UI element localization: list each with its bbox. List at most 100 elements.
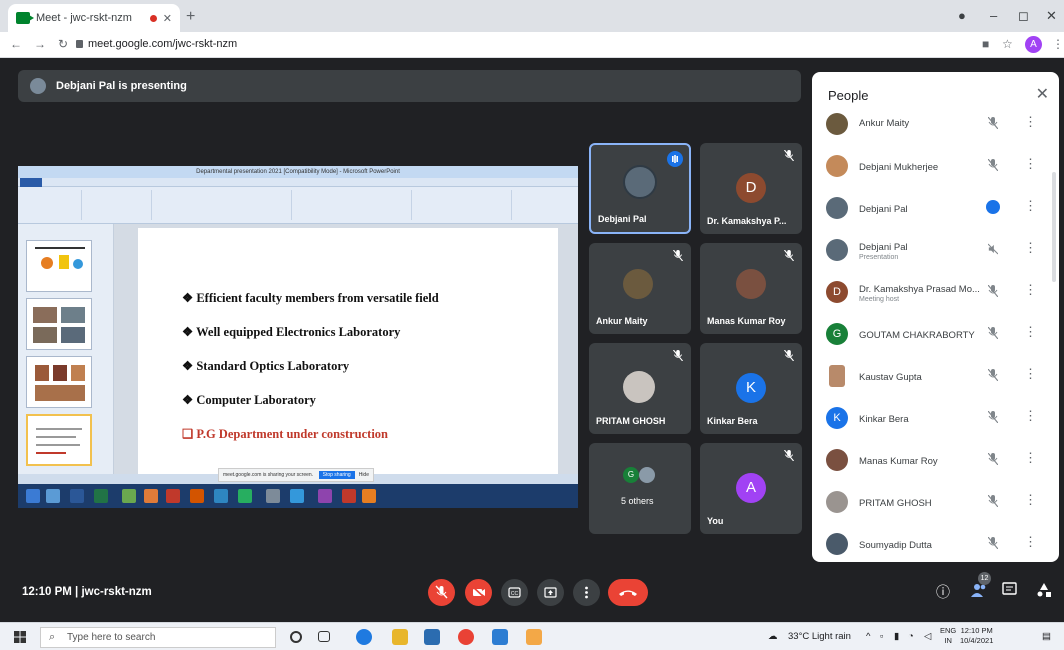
more-options-icon[interactable]: ⋮ (1024, 114, 1037, 130)
people-row[interactable]: Ankur Maity ⋮ (812, 104, 1059, 146)
others-photo (639, 467, 655, 483)
participant-tile[interactable]: K Kinkar Bera (700, 343, 802, 434)
participant-tile[interactable]: Manas Kumar Roy (700, 243, 802, 334)
more-options-icon[interactable]: ⋮ (1024, 366, 1037, 382)
taskbar-clock[interactable]: 12:10 PM 10/4/2021 (960, 626, 993, 646)
participant-name: Dr. Kamakshya P... (707, 216, 787, 226)
mic-off-icon (673, 250, 683, 261)
file-explorer-icon[interactable] (392, 629, 408, 645)
self-tile[interactable]: A You (700, 443, 802, 534)
minimize-icon[interactable]: – (990, 8, 997, 23)
participant-tile[interactable]: PRITAM GHOSH (589, 343, 691, 434)
meeting-details-icon[interactable]: ⓘ (936, 582, 950, 602)
mic-off-icon (784, 150, 794, 161)
more-options-icon[interactable]: ⋮ (1024, 282, 1037, 298)
profile-avatar[interactable]: A (1025, 36, 1042, 53)
people-row[interactable]: K Kinkar Bera ⋮ (812, 398, 1059, 440)
language-indicator[interactable]: ENG IN (940, 626, 956, 646)
store-icon[interactable] (424, 629, 440, 645)
more-options-icon[interactable]: ⋮ (1024, 156, 1037, 172)
participant-tile[interactable]: Debjani Pal (589, 143, 691, 234)
more-options-icon[interactable]: ⋮ (1024, 240, 1037, 256)
app-icon[interactable] (492, 629, 508, 645)
close-window-icon[interactable]: ✕ (1046, 8, 1057, 24)
close-tab-icon[interactable]: ✕ (163, 12, 172, 25)
people-row[interactable]: Soumyadip Dutta ⋮ (812, 524, 1059, 562)
participant-name: PRITAM GHOSH (596, 416, 666, 426)
participant-tile[interactable]: Ankur Maity (589, 243, 691, 334)
recording-dot-icon (149, 14, 157, 22)
presenter-taskbar (18, 484, 578, 508)
more-options-icon[interactable]: ⋮ (1024, 324, 1037, 340)
more-options-icon[interactable]: ⋮ (1024, 534, 1037, 550)
mic-toggle-button[interactable] (428, 579, 455, 606)
people-row[interactable]: Kaustav Gupta ⋮ (812, 356, 1059, 398)
people-row[interactable]: Debjani Mukherjee ⋮ (812, 146, 1059, 188)
participant-tile[interactable]: D Dr. Kamakshya P... (700, 143, 802, 234)
bookmark-star-icon[interactable]: ☆ (1002, 37, 1013, 51)
leave-call-button[interactable] (608, 579, 648, 606)
wifi-icon[interactable]: ◔ (908, 631, 914, 642)
new-tab-icon[interactable]: + (186, 8, 195, 26)
maximize-icon[interactable]: ◻ (1018, 8, 1029, 24)
hide-button[interactable]: Hide (359, 472, 369, 478)
people-row[interactable]: Manas Kumar Roy ⋮ (812, 440, 1059, 482)
people-row[interactable]: G GOUTAM CHAKRABORTY ⋮ (812, 314, 1059, 356)
close-panel-icon[interactable]: ✕ (1036, 84, 1049, 104)
person-role: Meeting host (859, 296, 900, 303)
chat-icon[interactable] (1002, 582, 1018, 601)
others-tile[interactable]: G 5 others (589, 443, 691, 534)
present-now-button[interactable] (537, 579, 564, 606)
more-options-icon[interactable]: ⋮ (1024, 492, 1037, 508)
people-row[interactable]: D Dr. Kamakshya Prasad Mo... Meeting hos… (812, 272, 1059, 314)
url-field[interactable]: meet.google.com/jwc-rskt-nzm (88, 38, 237, 50)
camera-off-icon (472, 586, 486, 599)
browser-tab[interactable]: Meet - jwc-rskt-nzm ✕ (8, 4, 180, 32)
more-options-button[interactable] (573, 579, 600, 606)
participant-name: Manas Kumar Roy (707, 316, 786, 326)
more-options-icon[interactable]: ⋮ (1024, 450, 1037, 466)
app-icon[interactable] (526, 629, 542, 645)
more-options-icon[interactable]: ⋮ (1024, 198, 1037, 214)
weather-status[interactable]: 33°C Light rain (788, 631, 851, 642)
forward-icon[interactable]: → (34, 37, 46, 51)
task-view-icon[interactable] (318, 631, 330, 642)
participant-name: Kinkar Bera (707, 416, 758, 426)
chrome-icon[interactable] (458, 629, 474, 645)
camera-indicator-icon[interactable]: ■ (982, 37, 989, 51)
ppt-file-tab (20, 178, 42, 187)
camera-toggle-button[interactable] (465, 579, 492, 606)
windows-start-icon[interactable] (14, 631, 26, 643)
people-title: People (828, 88, 869, 103)
participant-photo (623, 269, 653, 299)
people-row[interactable]: PRITAM GHOSH ⋮ (812, 482, 1059, 524)
notifications-icon[interactable]: ▤ (1042, 631, 1051, 642)
taskbar-search-input[interactable]: ⌕ Type here to search (40, 627, 276, 648)
cortana-icon[interactable] (290, 631, 302, 643)
person-photo (826, 113, 848, 135)
windows-taskbar: ⌕ Type here to search ☁ 33°C Light rain … (0, 622, 1064, 650)
browser-menu-icon[interactable]: ⋮ (1052, 37, 1064, 51)
volume-icon[interactable]: ◁ (924, 631, 931, 642)
network-icon[interactable]: ▫ (880, 631, 883, 642)
stop-sharing-button[interactable]: Stop sharing (318, 471, 355, 479)
people-row[interactable]: Debjani Pal Presentation ⋮ (812, 230, 1059, 272)
captions-button[interactable]: CC (501, 579, 528, 606)
mic-off-icon (988, 537, 998, 549)
account-circle-icon[interactable]: ● (958, 8, 966, 23)
people-row[interactable]: Debjani Pal ⋮ (812, 188, 1059, 230)
more-options-icon[interactable]: ⋮ (1024, 408, 1037, 424)
cloud-icon[interactable]: ☁ (768, 631, 778, 642)
more-vert-icon (585, 586, 588, 599)
slide-thumbnails (18, 224, 114, 474)
back-icon[interactable]: ← (10, 37, 22, 51)
mic-off-icon (784, 450, 794, 461)
battery-icon[interactable]: ▮ (894, 631, 899, 642)
participant-name: You (707, 516, 724, 526)
reload-icon[interactable]: ↻ (58, 37, 68, 51)
edge-icon[interactable] (356, 629, 372, 645)
mic-off-icon (988, 159, 998, 171)
slide-bullet: ❖ Well equipped Electronics Laboratory (182, 325, 401, 339)
tray-chevron-icon[interactable]: ^ (866, 631, 870, 642)
activities-icon[interactable] (1036, 582, 1052, 601)
